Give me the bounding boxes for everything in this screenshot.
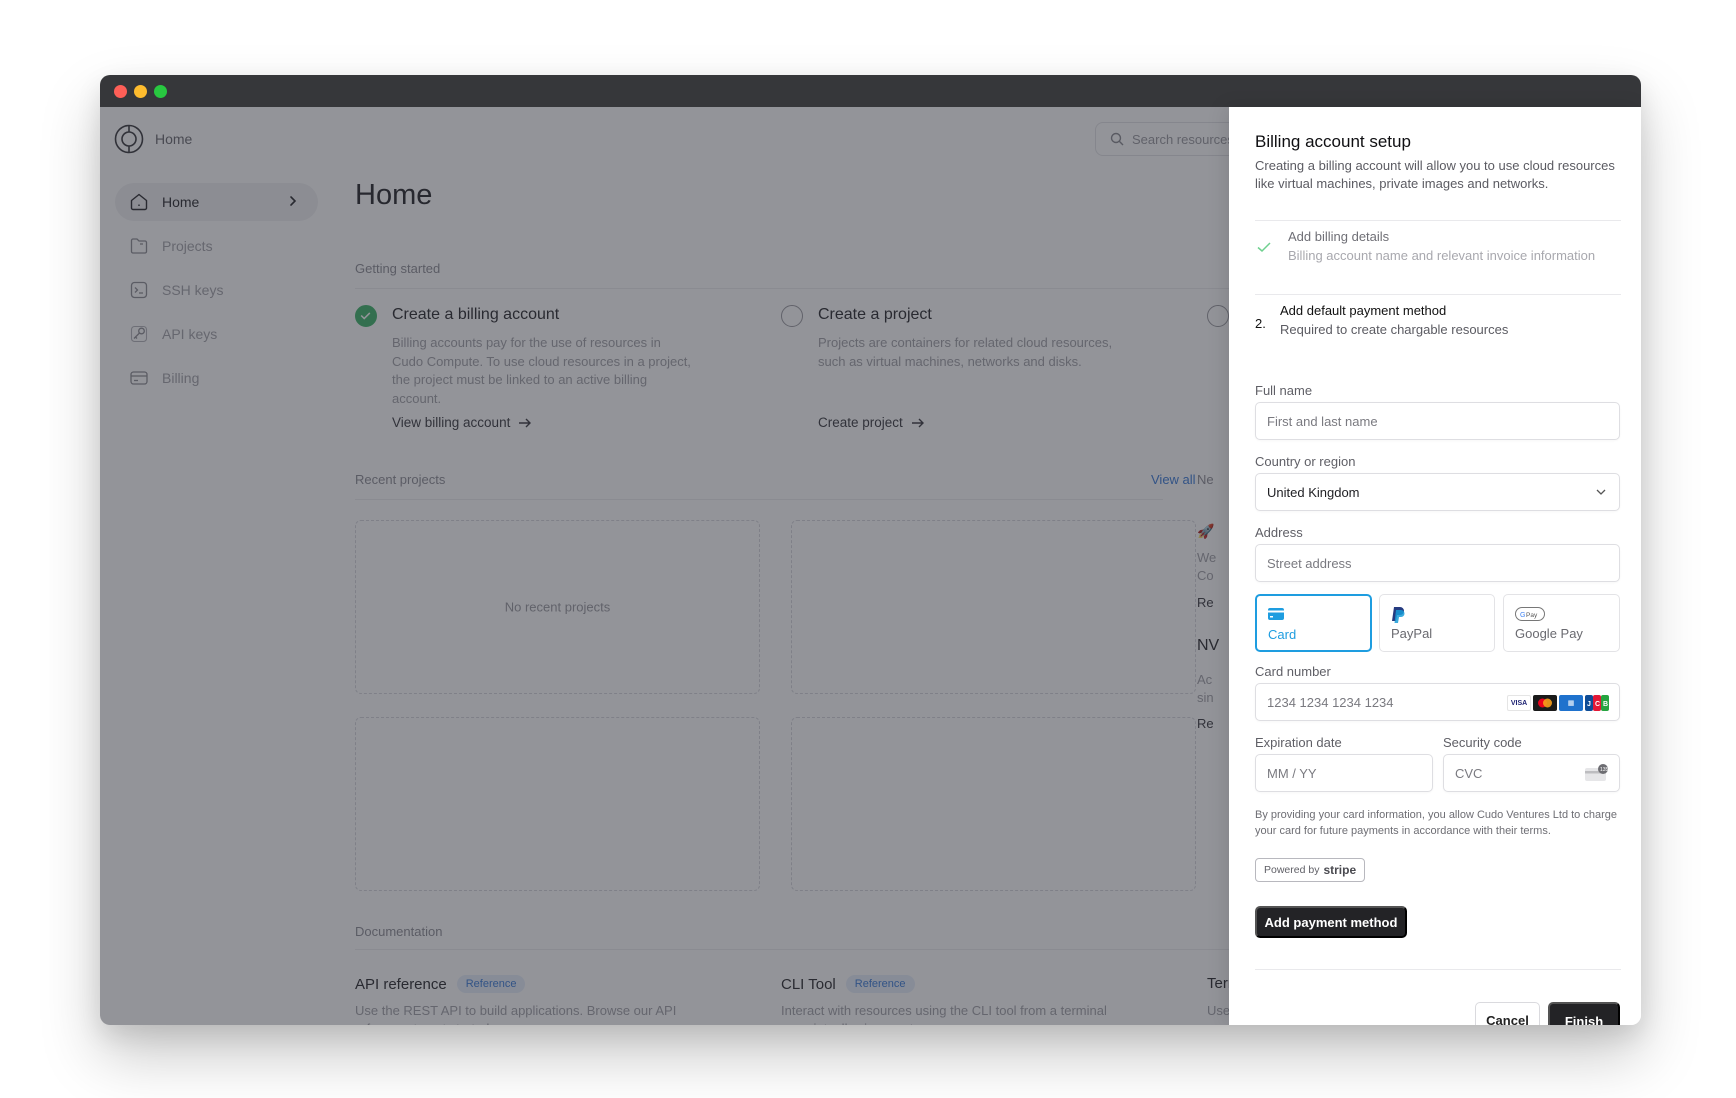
billing-setup-panel: Billing account setup Creating a billing…: [1229, 107, 1641, 1025]
card-number-input[interactable]: 1234 1234 1234 1234 VISA ▦ JCB: [1255, 683, 1620, 721]
placeholder: First and last name: [1267, 414, 1378, 429]
expiration-label: Expiration date: [1255, 735, 1342, 750]
payment-method-paypal[interactable]: PayPal: [1379, 594, 1495, 652]
security-code-label: Security code: [1443, 735, 1522, 750]
powered-by-stripe-badge[interactable]: Powered by stripe: [1255, 858, 1366, 882]
modal-backdrop[interactable]: [100, 107, 1229, 1025]
svg-text:135: 135: [1600, 767, 1609, 773]
card-number-label: Card number: [1255, 664, 1331, 679]
step-add-billing-details: Add billing details Billing account name…: [1255, 229, 1621, 285]
full-name-label: Full name: [1255, 383, 1313, 398]
security-code-input[interactable]: CVC 135: [1443, 754, 1620, 792]
google-pay-icon: G Pay: [1515, 607, 1545, 621]
card-terms-text: By providing your card information, you …: [1255, 809, 1617, 837]
paypal-icon: [1392, 607, 1405, 623]
chevron-down-icon: [1596, 489, 1606, 495]
divider: [1255, 969, 1621, 970]
expiration-input[interactable]: MM / YY: [1255, 754, 1433, 792]
step-number: 2.: [1255, 316, 1266, 331]
app-window: Home Search resources Home Proj: [100, 75, 1641, 1025]
payment-method-label: PayPal: [1391, 626, 1433, 641]
payment-method-label: Google Pay: [1515, 626, 1583, 641]
title-bar: [100, 75, 1641, 107]
step-description: Billing account name and relevant invoic…: [1288, 248, 1596, 263]
cancel-button[interactable]: Cancel: [1475, 1002, 1540, 1025]
visa-icon: VISA: [1507, 695, 1531, 711]
mastercard-icon: [1533, 695, 1557, 711]
payment-method-label: Card: [1268, 627, 1297, 642]
cvc-icon: 135: [1585, 764, 1609, 781]
panel-title: Billing account setup: [1255, 132, 1411, 151]
stripe-logo: stripe: [1323, 863, 1357, 877]
full-name-input[interactable]: First and last name: [1255, 402, 1620, 440]
step-description: Required to create chargable resources: [1280, 322, 1509, 337]
maximize-window-button[interactable]: [154, 85, 167, 98]
finish-button[interactable]: Finish: [1548, 1002, 1620, 1025]
svg-text:B: B: [1603, 701, 1608, 708]
minimize-window-button[interactable]: [134, 85, 147, 98]
address-input[interactable]: Street address: [1255, 544, 1620, 582]
panel-subtitle: Creating a billing account will allow yo…: [1255, 158, 1615, 191]
placeholder: 1234 1234 1234 1234: [1267, 695, 1394, 710]
step-title: Add billing details: [1288, 229, 1390, 244]
divider: [1255, 220, 1621, 221]
amex-icon: ▦: [1559, 695, 1583, 711]
powered-by-text: Powered by: [1264, 864, 1320, 876]
card-brands: VISA ▦ JCB: [1507, 695, 1609, 711]
placeholder: CVC: [1455, 766, 1483, 781]
close-window-button[interactable]: [114, 85, 127, 98]
payment-method-google-pay[interactable]: G Pay Google Pay: [1503, 594, 1620, 652]
svg-text:G: G: [1520, 612, 1525, 619]
address-label: Address: [1255, 525, 1303, 540]
placeholder: MM / YY: [1267, 766, 1317, 781]
payment-method-card[interactable]: Card: [1255, 594, 1372, 652]
selected-value: United Kingdom: [1267, 485, 1360, 500]
app-content: Home Search resources Home Proj: [100, 107, 1641, 1025]
card-icon: [1268, 608, 1284, 620]
add-payment-method-button[interactable]: Add payment method: [1255, 906, 1407, 938]
svg-text:C: C: [1595, 701, 1600, 708]
placeholder: Street address: [1267, 556, 1352, 571]
divider: [1255, 294, 1621, 295]
step-title: Add default payment method: [1280, 303, 1447, 318]
svg-text:J: J: [1587, 701, 1591, 708]
check-icon: [1257, 242, 1271, 253]
svg-text:Pay: Pay: [1526, 612, 1538, 619]
step-add-payment-method: 2. Add default payment method Required t…: [1255, 303, 1621, 359]
jcb-icon: JCB: [1585, 695, 1609, 711]
country-label: Country or region: [1255, 454, 1356, 469]
country-select[interactable]: United Kingdom: [1255, 473, 1620, 511]
